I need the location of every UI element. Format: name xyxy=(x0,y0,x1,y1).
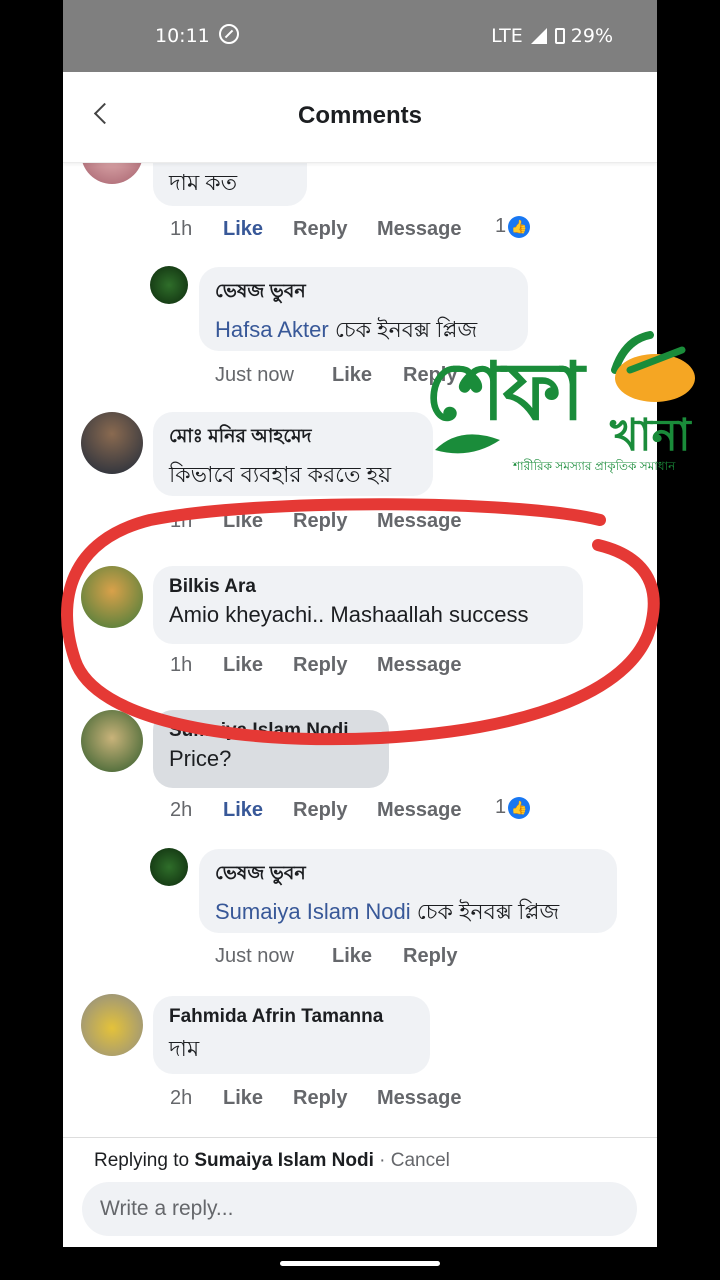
phone-screen: 10:11 LTE 29% Comments দাম কত 1h Like Re… xyxy=(63,0,657,1280)
message-button[interactable]: Message xyxy=(377,510,462,533)
avatar[interactable] xyxy=(81,162,143,184)
replying-prefix: Replying to xyxy=(94,1150,195,1171)
comment-time: 1h xyxy=(170,510,193,532)
mention-link[interactable]: Hafsa Akter xyxy=(215,317,329,342)
page-title: Comments xyxy=(297,102,423,129)
comment-author[interactable]: Fahmida Afrin Tamanna xyxy=(169,1006,414,1028)
reply-time: Just now xyxy=(215,364,294,386)
reaction-count[interactable]: 1 👍 xyxy=(495,215,531,238)
avatar[interactable] xyxy=(81,566,143,628)
message-button[interactable]: Message xyxy=(377,218,462,241)
comment-text: দাম xyxy=(169,1036,200,1061)
watermark-logo: শেফা খানা শারীরিক সমস্যার প্রাকৃতিক সমাধ… xyxy=(420,330,710,490)
page-avatar[interactable] xyxy=(150,266,188,304)
battery-level: 29% xyxy=(570,25,613,47)
cancel-reply-button[interactable]: Cancel xyxy=(391,1150,450,1171)
status-time: 10:11 xyxy=(155,25,210,47)
reaction-count[interactable]: 1 👍 xyxy=(495,796,531,819)
comment-actions: 1h Like Reply Message xyxy=(170,510,570,536)
like-button[interactable]: Like xyxy=(223,218,263,241)
comment-bubble-selected[interactable]: Sumaiya Islam Nodi Price? xyxy=(153,710,389,788)
network-label: LTE xyxy=(491,25,523,47)
status-bar: 10:11 LTE 29% xyxy=(63,0,657,72)
comment-author[interactable]: মোঃ মনির আহমেদ xyxy=(169,422,417,454)
comment-bubble[interactable]: দাম কত xyxy=(153,162,307,206)
thumbs-up-icon: 👍 xyxy=(508,215,531,238)
comment-actions: 1h Like Reply Message xyxy=(170,654,570,680)
comment-text: Price? xyxy=(169,746,232,771)
message-button[interactable]: Message xyxy=(377,799,462,822)
comment-author[interactable]: Bilkis Ara xyxy=(169,576,567,598)
like-button[interactable]: Like xyxy=(223,1087,263,1110)
reaction-number: 1 xyxy=(495,796,507,818)
comment-actions: 2h Like Reply Message xyxy=(170,1087,570,1113)
comment-text: দাম কত xyxy=(169,170,238,195)
replying-to-label: Replying to Sumaiya Islam Nodi · Cancel xyxy=(94,1150,450,1172)
comment-time: 2h xyxy=(170,799,193,821)
avatar[interactable] xyxy=(81,412,143,474)
reply-composer: Replying to Sumaiya Islam Nodi · Cancel xyxy=(63,1137,657,1248)
home-handle[interactable] xyxy=(280,1261,440,1266)
reply-button[interactable]: Reply xyxy=(293,510,347,533)
like-button[interactable]: Like xyxy=(223,799,263,822)
like-button[interactable]: Like xyxy=(223,654,263,677)
like-button[interactable]: Like xyxy=(332,364,372,387)
reply-body: চেক ইনবক্স প্লিজ xyxy=(410,899,560,924)
page-avatar[interactable] xyxy=(150,848,188,886)
reply-button[interactable]: Reply xyxy=(293,1087,347,1110)
logo-tagline: শারীরিক সমস্যার প্রাকৃতিক সমাধান xyxy=(513,459,676,473)
like-button[interactable]: Like xyxy=(332,945,372,968)
reply-time: Just now xyxy=(215,945,294,967)
comments-header: Comments xyxy=(63,72,657,163)
separator: · xyxy=(373,1150,391,1171)
comment-text: কিভাবে ব্যবহার করতে হয় xyxy=(169,462,392,487)
comment-bubble[interactable]: Fahmida Afrin Tamanna দাম xyxy=(153,996,430,1074)
avatar[interactable] xyxy=(81,710,143,772)
reply-text: Sumaiya Islam Nodi চেক ইনবক্স প্লিজ xyxy=(215,895,601,932)
gesture-nav-bar xyxy=(63,1247,657,1280)
status-right: LTE 29% xyxy=(491,25,613,47)
avatar[interactable] xyxy=(81,994,143,1056)
do-not-disturb-icon xyxy=(219,24,239,44)
signal-icon xyxy=(530,28,547,44)
reply-target: Sumaiya Islam Nodi xyxy=(194,1150,374,1171)
message-button[interactable]: Message xyxy=(377,1087,462,1110)
comment-list[interactable]: দাম কত 1h Like Reply Message 1 👍 ভেষজ ভু… xyxy=(63,162,657,1137)
reply-button[interactable]: Reply xyxy=(293,654,347,677)
mention-link[interactable]: Sumaiya Islam Nodi xyxy=(215,899,411,924)
reply-button[interactable]: Reply xyxy=(293,799,347,822)
reply-author[interactable]: ভেষজ ভুবন xyxy=(215,859,601,891)
comment-text: Amio kheyachi.. Mashaallah success xyxy=(169,602,529,627)
comment-bubble[interactable]: মোঃ মনির আহমেদ কিভাবে ব্যবহার করতে হয় xyxy=(153,412,433,496)
battery-icon xyxy=(554,28,565,44)
like-button[interactable]: Like xyxy=(223,510,263,533)
reply-author[interactable]: ভেষজ ভুবন xyxy=(215,277,512,309)
reaction-number: 1 xyxy=(495,215,507,237)
comment-time: 1h xyxy=(170,218,193,240)
comment-time: 1h xyxy=(170,654,193,676)
comment-time: 2h xyxy=(170,1087,193,1109)
reply-input[interactable] xyxy=(82,1182,637,1236)
reply-bubble[interactable]: ভেষজ ভুবন Sumaiya Islam Nodi চেক ইনবক্স … xyxy=(199,849,617,933)
logo-main-text: শেফা xyxy=(425,345,584,438)
message-button[interactable]: Message xyxy=(377,654,462,677)
thumbs-up-icon: 👍 xyxy=(508,796,531,819)
comment-bubble[interactable]: Bilkis Ara Amio kheyachi.. Mashaallah su… xyxy=(153,566,583,644)
reply-button[interactable]: Reply xyxy=(293,218,347,241)
reply-actions: Just now Like Reply xyxy=(215,945,515,971)
comment-author[interactable]: Sumaiya Islam Nodi xyxy=(169,720,373,742)
reply-button[interactable]: Reply xyxy=(403,945,457,968)
